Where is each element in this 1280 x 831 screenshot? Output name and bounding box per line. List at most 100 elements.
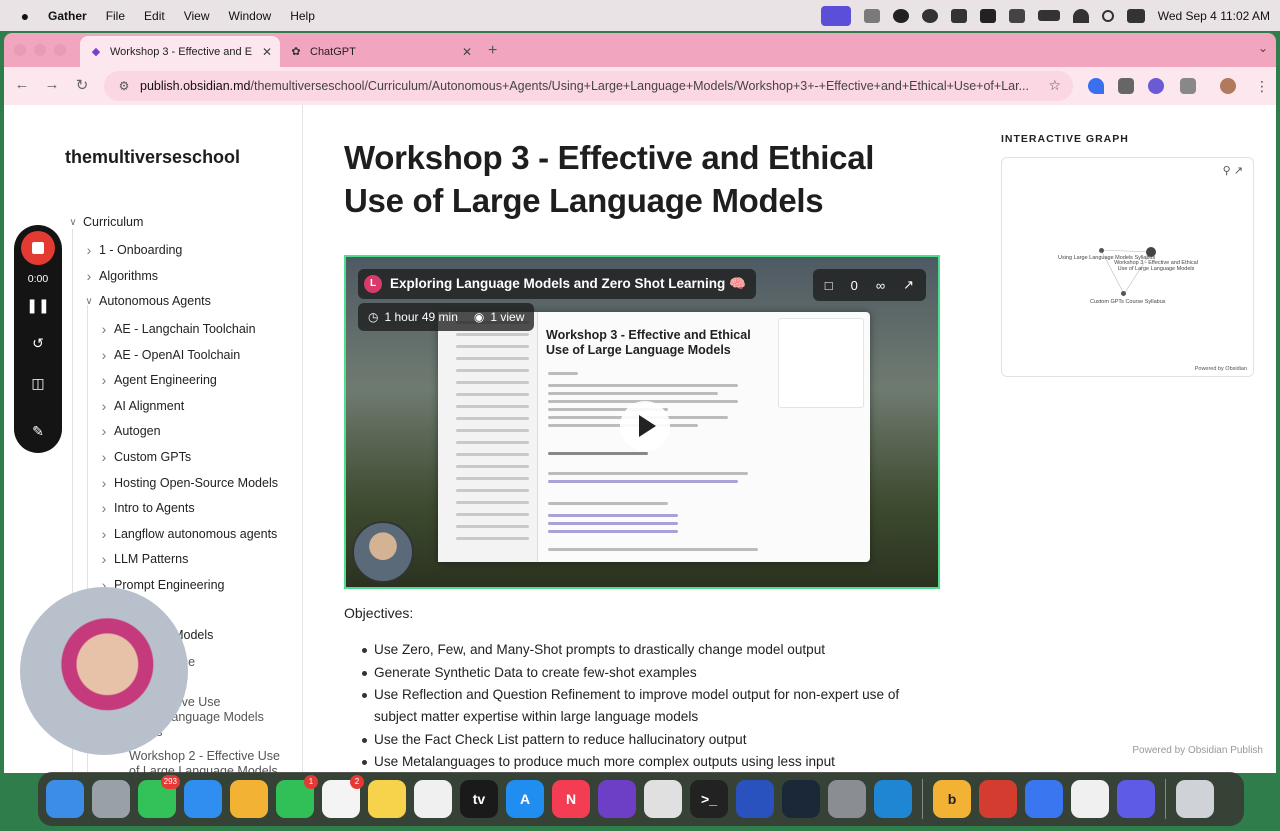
finder-icon[interactable] <box>46 780 84 818</box>
comment-count[interactable]: 0 <box>851 278 858 293</box>
messages-icon[interactable]: 293 <box>138 775 180 818</box>
safari-icon[interactable] <box>184 780 222 818</box>
status-icon[interactable] <box>863 8 880 23</box>
network-icon[interactable] <box>736 780 774 818</box>
graph-node[interactable] <box>1099 248 1104 253</box>
sidebar-item[interactable]: › Autogen <box>97 423 161 439</box>
extension-v-icon[interactable] <box>1088 78 1104 94</box>
chrome-icon[interactable] <box>644 780 682 818</box>
tab-chatgpt[interactable]: ✿ ChatGPT ✕ <box>280 36 480 67</box>
site-title[interactable]: themultiverseschool <box>65 147 240 168</box>
chevron-right-icon[interactable]: › <box>82 268 96 284</box>
stack-icon[interactable] <box>979 780 1017 818</box>
sidebar-item[interactable]: › Langflow autonomous agents <box>97 526 278 542</box>
screen-recorder-icon[interactable] <box>820 5 851 26</box>
comment-icon[interactable]: □ <box>825 278 833 293</box>
video-title[interactable]: Exploring Language Models and Zero Shot … <box>390 276 746 292</box>
powered-by-footer[interactable]: Powered by Obsidian Publish <box>1132 745 1263 756</box>
steam-icon[interactable] <box>782 780 820 818</box>
interactive-graph[interactable]: ⚲ ↗ Using Large Language Models Syllabus… <box>1001 157 1254 377</box>
sidebar-item[interactable]: Workshop 2 - Effective Use of Large Lang… <box>129 749 280 773</box>
terminal-icon[interactable]: >_ <box>690 780 728 818</box>
stop-recording-button[interactable] <box>21 231 55 265</box>
chevron-down-icon[interactable]: ∨ <box>82 296 96 307</box>
open-external-icon[interactable]: ↗ <box>903 277 914 293</box>
horse-status-icon[interactable] <box>950 8 967 23</box>
profile-avatar[interactable] <box>1220 78 1236 94</box>
menu-window[interactable]: Window <box>229 9 272 23</box>
vscode-icon[interactable] <box>874 780 912 818</box>
chevron-right-icon[interactable]: › <box>97 551 111 567</box>
gear-status-icon[interactable] <box>892 8 909 23</box>
trash-icon[interactable]: ◫ <box>14 375 62 392</box>
sidebar-item[interactable]: › AE - OpenAI Toolchain <box>97 347 241 363</box>
close-tab-icon[interactable]: ✕ <box>462 45 472 59</box>
chevron-right-icon[interactable]: › <box>97 372 111 388</box>
photos-icon[interactable] <box>230 780 268 818</box>
site-info-icon[interactable]: ⚙ <box>116 79 132 93</box>
sidebar-item[interactable]: › Custom GPTs <box>97 449 191 465</box>
news-icon[interactable]: N <box>552 780 590 818</box>
menu-edit[interactable]: Edit <box>144 9 165 23</box>
dropbox-icon[interactable] <box>979 8 996 23</box>
menu-help[interactable]: Help <box>290 9 315 23</box>
sidebar-item[interactable]: › LLM Patterns <box>97 551 189 567</box>
sidebar-item[interactable]: › Algorithms <box>82 268 158 284</box>
chevron-right-icon[interactable]: › <box>97 398 111 414</box>
apple-icon[interactable]: ● <box>16 8 34 24</box>
sidebar-item[interactable]: › Agent Engineering <box>97 372 217 388</box>
forward-arrow-icon[interactable]: → <box>42 76 62 93</box>
pause-icon[interactable]: ❚❚ <box>14 297 62 314</box>
trash-icon[interactable] <box>1176 780 1214 818</box>
calendar-status-icon[interactable] <box>1008 8 1025 23</box>
obsidian-icon[interactable] <box>598 780 636 818</box>
launchpad-icon[interactable] <box>92 780 130 818</box>
tab-workshop-3[interactable]: ◆ Workshop 3 - Effective and E ✕ <box>80 36 280 67</box>
chevron-right-icon[interactable]: › <box>82 242 96 258</box>
chevron-right-icon[interactable]: › <box>97 526 111 542</box>
restart-icon[interactable]: ↺ <box>14 335 62 352</box>
minimize-window-button[interactable] <box>34 44 46 56</box>
zoom-window-button[interactable] <box>54 44 66 56</box>
sidebar-item[interactable]: ∨ Autonomous Agents <box>82 294 211 308</box>
sidebar-item[interactable]: › AI Alignment <box>97 398 185 414</box>
tab-search-chevron-icon[interactable]: ⌄ <box>1258 41 1268 55</box>
control-center-icon[interactable] <box>1126 8 1145 23</box>
back-arrow-icon[interactable]: ← <box>12 76 32 93</box>
sidebar-item[interactable]: › 1 - Onboarding <box>82 242 183 258</box>
sidebar-item[interactable]: › Hosting Open-Source Models <box>97 475 278 491</box>
bitcoin-icon[interactable]: b <box>933 780 971 818</box>
sidebar-item[interactable]: ∨ Curriculum <box>66 215 143 229</box>
signal-icon[interactable] <box>1025 780 1063 818</box>
linear-icon[interactable] <box>1117 780 1155 818</box>
appletv-icon[interactable]: tv <box>460 780 498 818</box>
webcam-bubble[interactable] <box>20 587 188 755</box>
close-tab-icon[interactable]: ✕ <box>262 45 272 59</box>
extension-purple-icon[interactable] <box>1148 78 1164 94</box>
sidebar-item[interactable]: › AE - Langchain Toolchain <box>97 321 256 337</box>
address-bar[interactable]: ⚙ publish.obsidian.md /themultiversescho… <box>104 71 1073 101</box>
appstore-icon[interactable]: A <box>506 780 544 818</box>
menu-app-name[interactable]: Gather <box>48 9 87 23</box>
link-icon[interactable]: ∞ <box>876 278 885 293</box>
chevron-right-icon[interactable]: › <box>97 500 111 516</box>
extension-grid-icon[interactable] <box>1118 78 1134 94</box>
notes-icon[interactable] <box>368 780 406 818</box>
chevron-right-icon[interactable]: › <box>97 423 111 439</box>
menu-view[interactable]: View <box>184 9 210 23</box>
graph-node[interactable] <box>1121 291 1126 296</box>
menu-file[interactable]: File <box>106 9 125 23</box>
bookmark-star-icon[interactable]: ☆ <box>1048 77 1061 94</box>
new-tab-button[interactable]: + <box>488 42 497 60</box>
close-window-button[interactable] <box>14 44 26 56</box>
reload-icon[interactable]: ↻ <box>72 76 92 94</box>
chatgpt-icon[interactable] <box>1071 780 1109 818</box>
menubar-clock[interactable]: Wed Sep 4 11:02 AM <box>1158 9 1270 23</box>
chevron-down-icon[interactable]: ∨ <box>66 217 80 228</box>
reminders-icon[interactable]: 2 <box>322 775 364 818</box>
facetime-icon[interactable]: 1 <box>276 775 318 818</box>
extensions-puzzle-icon[interactable] <box>1180 78 1196 94</box>
video-embed[interactable]: Workshop 3 - Effective and Ethical Use o… <box>344 255 940 589</box>
chatgpt-status-icon[interactable] <box>921 8 938 23</box>
search-icon[interactable] <box>1101 9 1114 22</box>
